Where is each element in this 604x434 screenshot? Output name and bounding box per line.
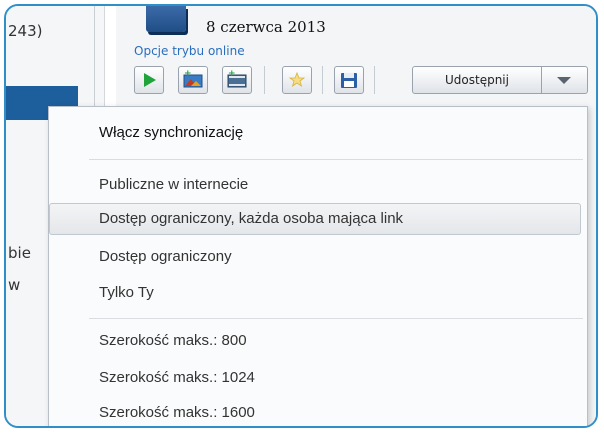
play-button[interactable]: [134, 66, 164, 94]
left-text-fragment: w: [8, 276, 21, 294]
svg-text:+: +: [184, 69, 192, 79]
add-photo-icon: +: [183, 69, 203, 88]
toolbar-separator: [322, 66, 323, 94]
menu-item-width-1024[interactable]: Szerokość maks.: 1024: [99, 369, 255, 386]
online-options-link[interactable]: Opcje trybu online: [134, 44, 245, 58]
save-icon: [341, 73, 357, 88]
favorite-button[interactable]: [282, 66, 312, 94]
add-video-button[interactable]: +: [222, 66, 252, 94]
menu-item-width-1600[interactable]: Szerokość maks.: 1600: [99, 404, 255, 421]
menu-separator: [89, 159, 583, 160]
save-button[interactable]: [334, 66, 364, 94]
left-text-fragment: 243): [8, 22, 43, 40]
menu-item-restricted[interactable]: Dostęp ograniczony: [99, 248, 232, 265]
left-text-fragment: bie: [8, 244, 31, 262]
menu-item-public[interactable]: Publiczne w internecie: [99, 176, 248, 193]
menu-item-width-800[interactable]: Szerokość maks.: 800: [99, 332, 247, 349]
toolbar-separator: [374, 66, 375, 94]
toolbar-separator: [264, 66, 265, 94]
chevron-down-icon: [557, 77, 571, 84]
star-icon: [288, 71, 306, 87]
menu-item-sync[interactable]: Włącz synchronizację: [99, 124, 243, 141]
add-video-icon: +: [227, 69, 247, 88]
album-date: 8 czerwca 2013: [206, 18, 326, 36]
share-dropdown-menu: Włącz synchronizację Publiczne w interne…: [48, 106, 588, 426]
menu-item-restricted-link[interactable]: Dostęp ograniczony, każda osoba mająca l…: [99, 210, 403, 227]
play-icon: [144, 73, 156, 87]
album-icon: [146, 6, 186, 32]
menu-item-only-you[interactable]: Tylko Ty: [99, 284, 154, 301]
svg-text:+: +: [228, 69, 236, 79]
menu-separator: [89, 318, 583, 319]
screenshot-frame: 243) bie w 8 czerwca 2013 Opcje trybu on…: [4, 4, 598, 428]
share-dropdown-button[interactable]: [542, 66, 588, 94]
share-button[interactable]: Udostępnij: [412, 66, 542, 94]
add-photo-button[interactable]: +: [178, 66, 208, 94]
